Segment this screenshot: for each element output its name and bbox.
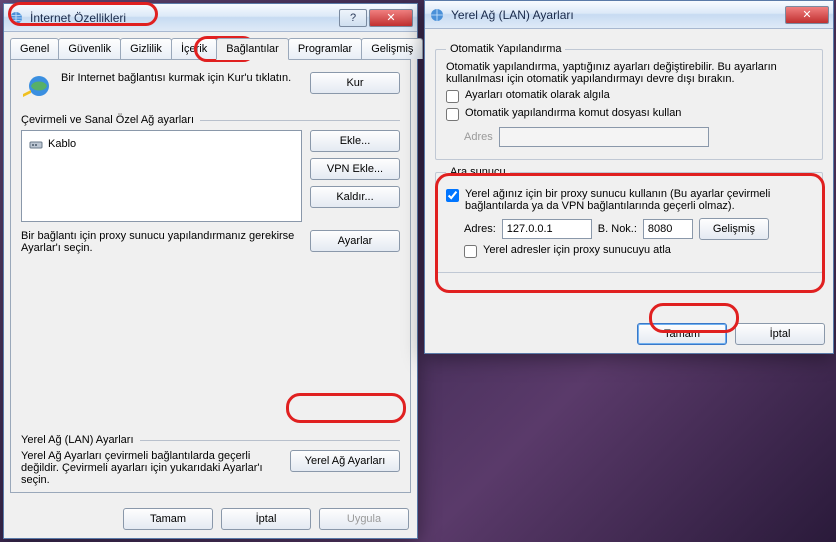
- window-title: Yerel Ağ (LAN) Ayarları: [451, 8, 783, 22]
- proxy-port-input[interactable]: [643, 219, 693, 239]
- auto-config-group: Otomatik Yapılandırma Otomatik yapılandı…: [435, 43, 823, 160]
- close-button[interactable]: ✕: [785, 6, 829, 24]
- bypass-local-input[interactable]: [464, 245, 477, 258]
- tab-strip: Genel Güvenlik Gizlilik İçerik Bağlantıl…: [4, 32, 417, 59]
- connections-panel: Bir Internet bağlantısı kurmak için Kur'…: [10, 59, 411, 493]
- titlebar: İnternet Özellikleri ? ✕: [4, 4, 417, 32]
- internet-options-window: İnternet Özellikleri ? ✕ Genel Güvenlik …: [3, 3, 418, 539]
- ok-button[interactable]: Tamam: [637, 323, 727, 345]
- use-proxy-checkbox[interactable]: Yerel ağınız için bir proxy sunucu kulla…: [446, 188, 812, 212]
- settings-button[interactable]: Ayarlar: [310, 230, 400, 252]
- cancel-button[interactable]: İptal: [221, 508, 311, 530]
- tab-content[interactable]: İçerik: [171, 38, 217, 59]
- window-icon: [429, 7, 445, 23]
- window-title: İnternet Özellikleri: [30, 11, 337, 25]
- script-address-input: [499, 127, 709, 147]
- lan-settings-button[interactable]: Yerel Ağ Ayarları: [290, 450, 400, 472]
- autodetect-checkbox[interactable]: Ayarları otomatik olarak algıla: [446, 89, 812, 103]
- tab-security[interactable]: Güvenlik: [58, 38, 121, 59]
- dialog-buttons: Tamam İptal: [637, 323, 825, 345]
- setup-text: Bir Internet bağlantısı kurmak için Kur'…: [61, 72, 310, 84]
- remove-button[interactable]: Kaldır...: [310, 186, 400, 208]
- globe-wizard-icon: [21, 72, 53, 104]
- autoscript-input[interactable]: [446, 108, 459, 121]
- setup-button[interactable]: Kur: [310, 72, 400, 94]
- apply-button[interactable]: Uygula: [319, 508, 409, 530]
- proxy-legend: Ara sunucu: [446, 166, 510, 178]
- vpn-add-button[interactable]: VPN Ekle...: [310, 158, 400, 180]
- bypass-local-checkbox[interactable]: Yerel adresler için proxy sunucuyu atla: [464, 244, 812, 258]
- proxy-port-label: B. Nok.:: [598, 223, 637, 235]
- tab-connections[interactable]: Bağlantılar: [216, 38, 289, 60]
- dialog-buttons: Tamam İptal Uygula: [123, 508, 409, 530]
- proxy-group: Ara sunucu Yerel ağınız için bir proxy s…: [435, 166, 823, 273]
- add-button[interactable]: Ekle...: [310, 130, 400, 152]
- lan-header: Yerel Ağ (LAN) Ayarları: [21, 434, 400, 446]
- proxy-note: Bir bağlantı için proxy sunucu yapılandı…: [21, 230, 310, 254]
- modem-icon: [28, 136, 44, 152]
- use-proxy-input[interactable]: [446, 189, 459, 202]
- advanced-button[interactable]: Gelişmiş: [699, 218, 769, 240]
- ok-button[interactable]: Tamam: [123, 508, 213, 530]
- lan-note: Yerel Ağ Ayarları çevirmeli bağlantılard…: [21, 450, 280, 486]
- dialup-header: Çevirmeli ve Sanal Özel Ağ ayarları: [21, 114, 400, 126]
- auto-config-legend: Otomatik Yapılandırma: [446, 43, 565, 55]
- proxy-address-input[interactable]: [502, 219, 592, 239]
- autodetect-input[interactable]: [446, 90, 459, 103]
- close-button[interactable]: ✕: [369, 9, 413, 27]
- tab-privacy[interactable]: Gizlilik: [120, 38, 172, 59]
- window-icon: [8, 10, 24, 26]
- proxy-address-label: Adres:: [464, 223, 496, 235]
- titlebar: Yerel Ağ (LAN) Ayarları ✕: [425, 1, 833, 29]
- list-item[interactable]: Kablo: [26, 135, 297, 153]
- cancel-button[interactable]: İptal: [735, 323, 825, 345]
- tab-programs[interactable]: Programlar: [288, 38, 362, 59]
- tab-general[interactable]: Genel: [10, 38, 59, 59]
- auto-config-desc: Otomatik yapılandırma, yaptığınız ayarla…: [446, 61, 812, 85]
- autoscript-checkbox[interactable]: Otomatik yapılandırma komut dosyası kull…: [446, 107, 812, 121]
- script-address-label: Adres: [464, 131, 493, 143]
- help-button[interactable]: ?: [339, 9, 367, 27]
- tab-advanced[interactable]: Gelişmiş: [361, 38, 423, 59]
- lan-settings-window: Yerel Ağ (LAN) Ayarları ✕ Otomatik Yapıl…: [424, 0, 834, 354]
- connections-listbox[interactable]: Kablo: [21, 130, 302, 222]
